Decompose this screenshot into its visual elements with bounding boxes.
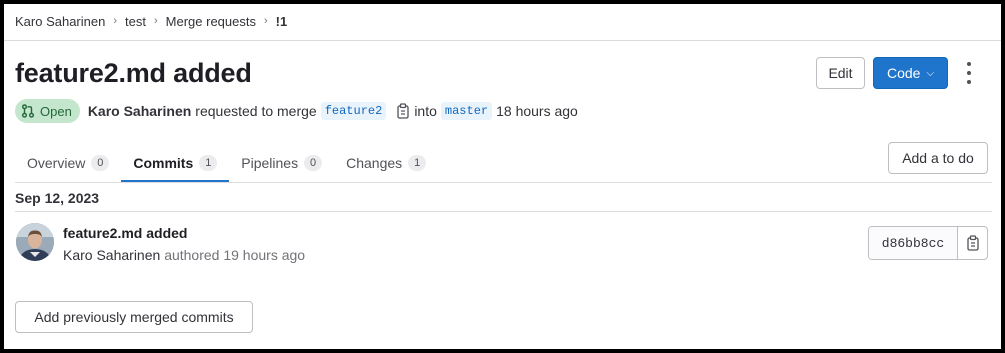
target-branch[interactable]: master xyxy=(440,102,493,120)
source-branch[interactable]: feature2 xyxy=(320,102,387,120)
divider xyxy=(4,40,1001,41)
chevron-down-icon: ⌵ xyxy=(926,67,935,79)
divider xyxy=(15,182,992,183)
breadcrumb-item-project[interactable]: test xyxy=(125,14,146,29)
count-badge: 1 xyxy=(408,155,427,171)
breadcrumb-item-current[interactable]: !1 xyxy=(276,14,288,29)
into-text: into xyxy=(414,103,437,119)
add-previous-commits-button[interactable]: Add previously merged commits xyxy=(15,301,253,333)
copy-branch-icon[interactable] xyxy=(396,103,410,119)
breadcrumb-item-user[interactable]: Karo Saharinen xyxy=(15,14,105,29)
avatar[interactable] xyxy=(16,223,54,261)
commit-sha-group: d86bb8cc xyxy=(868,226,988,260)
tab-label: Commits xyxy=(133,155,194,171)
authored-text: authored 19 hours ago xyxy=(164,247,306,263)
author-link[interactable]: Karo Saharinen xyxy=(88,103,191,119)
count-badge: 0 xyxy=(304,155,323,171)
tab-overview[interactable]: Overview 0 xyxy=(15,144,121,182)
count-badge: 0 xyxy=(91,155,110,171)
tab-changes[interactable]: Changes 1 xyxy=(334,144,438,182)
tab-label: Pipelines xyxy=(241,155,299,171)
copy-sha-icon[interactable] xyxy=(957,227,987,259)
commit-date-header: Sep 12, 2023 xyxy=(15,190,100,206)
status-text: Open xyxy=(40,103,72,119)
requested-text: requested to merge xyxy=(195,103,317,119)
code-dropdown-button[interactable]: Code ⌵ xyxy=(873,57,948,89)
count-badge: 1 xyxy=(199,155,218,171)
mr-tabs: Overview 0 Commits 1 Pipelines 0 Changes… xyxy=(15,144,438,182)
add-todo-button[interactable]: Add a to do xyxy=(888,142,988,174)
divider xyxy=(15,211,992,212)
breadcrumb-item-merge-requests[interactable]: Merge requests xyxy=(166,14,256,29)
commit-author-link[interactable]: Karo Saharinen xyxy=(63,247,160,263)
code-button-label: Code xyxy=(886,65,921,81)
more-actions-icon[interactable] xyxy=(959,62,979,84)
tab-label: Overview xyxy=(27,155,86,171)
tab-pipelines[interactable]: Pipelines 0 xyxy=(229,144,334,182)
commit-author-line: Karo Saharinen authored 19 hours ago xyxy=(63,247,305,263)
chevron-right-icon: › xyxy=(113,15,118,27)
merge-request-meta: Open Karo Saharinen requested to merge f… xyxy=(15,99,578,123)
commit-sha-link[interactable]: d86bb8cc xyxy=(869,227,957,259)
page-title: feature2.md added xyxy=(15,58,252,88)
chevron-right-icon: › xyxy=(153,15,158,27)
merge-request-page: Karo Saharinen › test › Merge requests ›… xyxy=(4,4,1001,349)
edit-button[interactable]: Edit xyxy=(816,57,865,89)
tab-label: Changes xyxy=(346,155,403,171)
tab-commits[interactable]: Commits 1 xyxy=(121,144,230,182)
breadcrumb: Karo Saharinen › test › Merge requests ›… xyxy=(15,11,287,31)
time-ago: 18 hours ago xyxy=(496,103,578,119)
chevron-right-icon: › xyxy=(263,15,268,27)
commit-title-link[interactable]: feature2.md added xyxy=(63,225,187,241)
merge-request-icon xyxy=(22,104,34,118)
status-badge: Open xyxy=(15,99,80,123)
